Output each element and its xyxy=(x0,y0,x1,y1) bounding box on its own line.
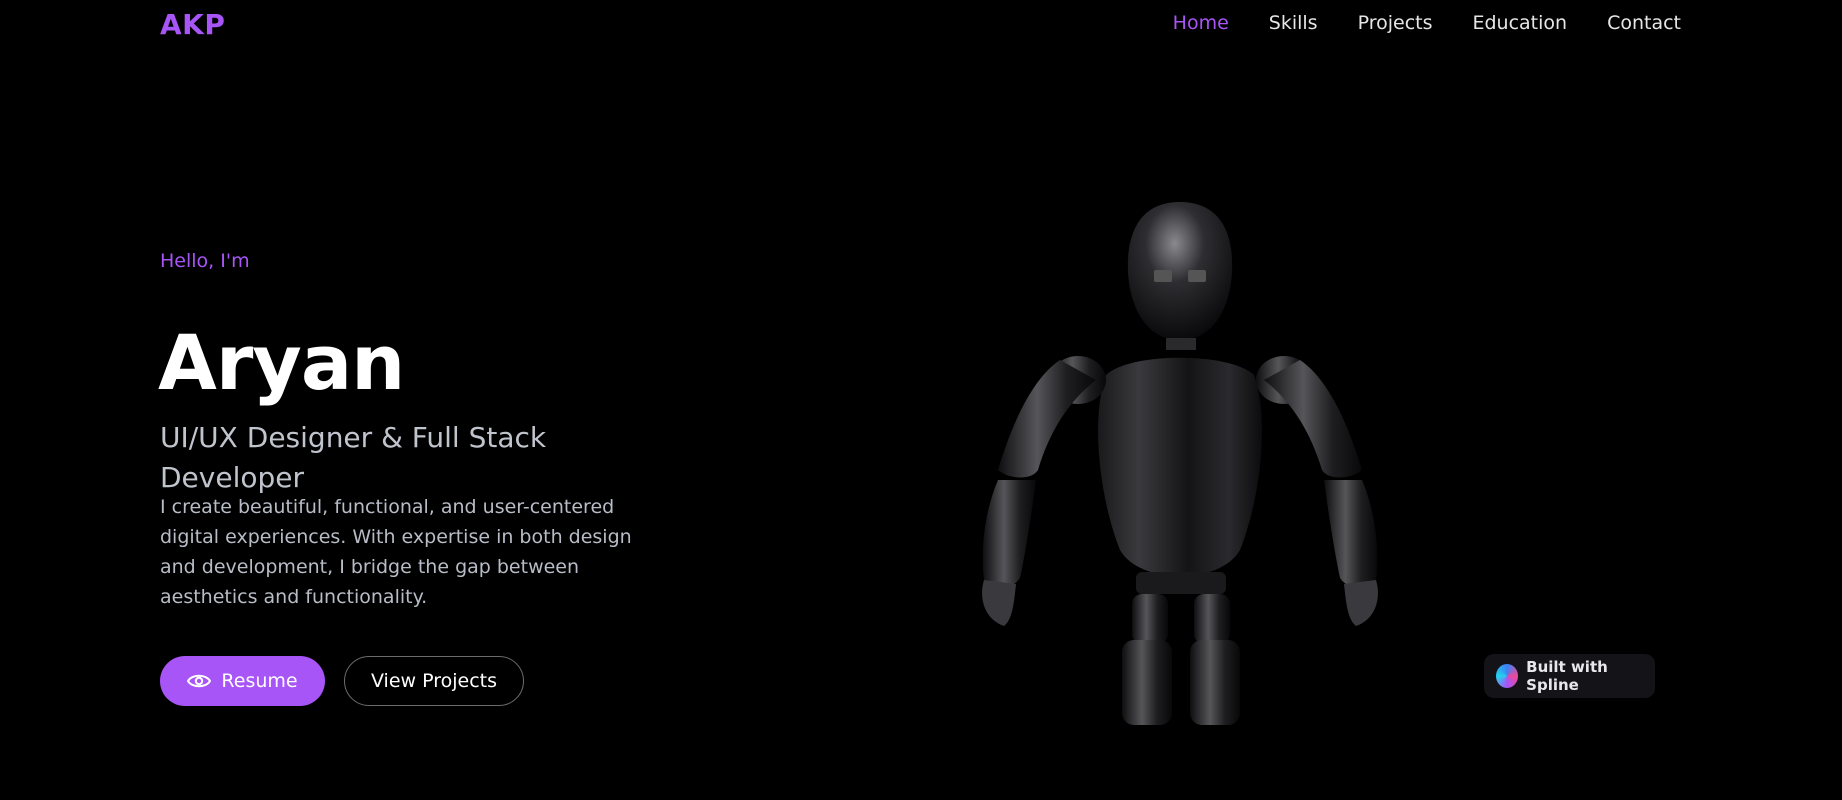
eye-icon xyxy=(187,674,212,688)
hero-description: I create beautiful, functional, and user… xyxy=(160,496,632,608)
nav-projects[interactable]: Projects xyxy=(1358,12,1433,34)
resume-button-label: Resume xyxy=(221,670,298,692)
nav-contact[interactable]: Contact xyxy=(1607,12,1681,34)
built-with-spline-badge[interactable]: Built with Spline xyxy=(1484,654,1655,698)
hero-name: Aryan xyxy=(158,318,405,407)
logo[interactable]: AKP xyxy=(160,8,225,41)
page: AKP Home Skills Projects Education Conta… xyxy=(0,0,1842,800)
view-projects-button[interactable]: View Projects xyxy=(344,656,524,706)
spline-logo-icon xyxy=(1496,664,1519,688)
hero-role: UI/UX Designer & Full Stack Developer xyxy=(160,421,547,494)
nav-home[interactable]: Home xyxy=(1173,12,1229,34)
nav-education[interactable]: Education xyxy=(1472,12,1567,34)
view-projects-label: View Projects xyxy=(370,670,498,692)
resume-button[interactable]: Resume xyxy=(160,656,325,706)
main-nav: Home Skills Projects Education Contact xyxy=(1173,12,1681,34)
nav-skills[interactable]: Skills xyxy=(1269,12,1318,34)
spline-badge-label: Built with Spline xyxy=(1526,658,1608,694)
robot-illustration xyxy=(982,202,1378,725)
hero-greeting: Hello, I'm xyxy=(160,250,250,272)
